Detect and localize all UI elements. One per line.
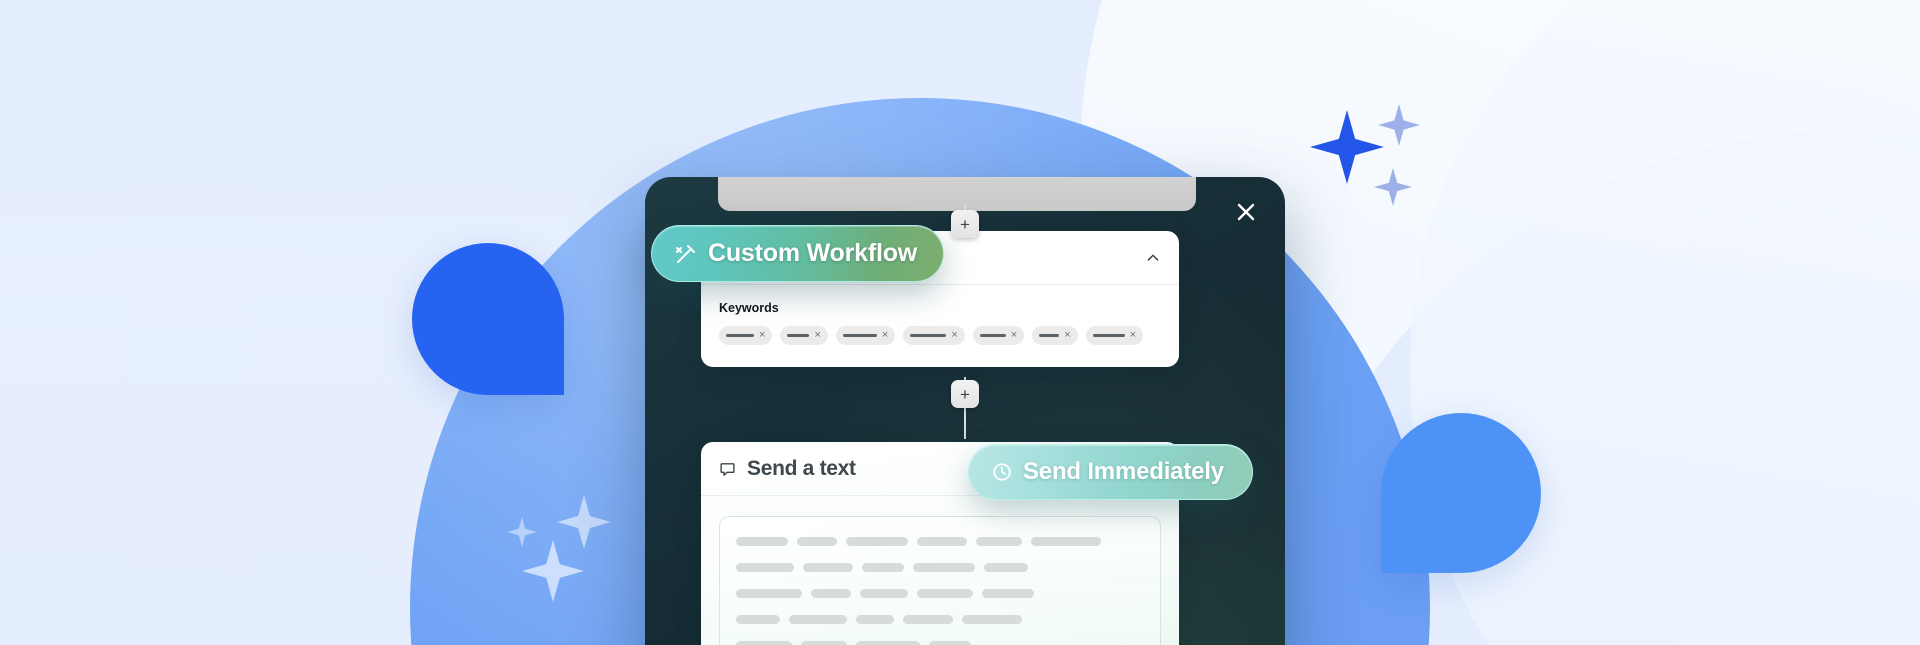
placeholder-bar — [736, 641, 792, 645]
placeholder-bar — [811, 589, 851, 598]
remove-keyword-icon[interactable]: × — [951, 330, 957, 341]
placeholder-bar — [736, 589, 802, 598]
remove-keyword-icon[interactable]: × — [882, 330, 888, 341]
decorative-teardrop-right — [1381, 413, 1541, 573]
clock-icon — [991, 461, 1013, 483]
keyword-chip-placeholder — [1039, 334, 1060, 337]
remove-keyword-icon[interactable]: × — [759, 330, 765, 341]
keyword-chip-placeholder — [1092, 334, 1125, 337]
placeholder-bar — [803, 563, 853, 572]
message-body-placeholder[interactable] — [719, 516, 1161, 645]
placeholder-bar — [917, 589, 973, 598]
keyword-chip-list: × × × × × × × — [719, 326, 1161, 345]
remove-keyword-icon[interactable]: × — [1064, 330, 1070, 341]
send-a-text-title: Send a text — [747, 457, 856, 480]
close-icon[interactable] — [1229, 195, 1263, 229]
placeholder-bar — [917, 537, 967, 546]
clipped-gray-card — [718, 177, 1196, 211]
hero-illustration-stage: + Trigger — [0, 0, 1920, 645]
chat-bubble-icon — [719, 461, 736, 478]
remove-keyword-icon[interactable]: × — [1011, 330, 1017, 341]
placeholder-bar — [801, 641, 847, 645]
placeholder-row — [736, 589, 1144, 598]
placeholder-bar — [856, 615, 894, 624]
keyword-chip[interactable]: × — [972, 326, 1025, 345]
placeholder-bar — [1031, 537, 1101, 546]
placeholder-row — [736, 615, 1144, 624]
keyword-chip[interactable]: × — [719, 326, 773, 345]
placeholder-bar — [860, 589, 908, 598]
placeholder-bar — [903, 615, 953, 624]
pill-send-immediately[interactable]: Send Immediately — [968, 444, 1253, 500]
keyword-chip[interactable]: × — [1085, 326, 1144, 345]
keyword-chip[interactable]: × — [835, 326, 896, 345]
placeholder-bar — [962, 615, 1022, 624]
keywords-label: Keywords — [719, 301, 779, 315]
pill-send-immediately-label: Send Immediately — [1023, 458, 1224, 485]
placeholder-row — [736, 563, 1144, 572]
keyword-chip[interactable]: × — [903, 326, 965, 345]
placeholder-bar — [982, 589, 1034, 598]
pill-custom-workflow-label: Custom Workflow — [708, 239, 918, 267]
remove-keyword-icon[interactable]: × — [814, 330, 820, 341]
placeholder-bar — [984, 563, 1028, 572]
placeholder-bar — [736, 615, 780, 624]
keyword-chip-placeholder — [787, 334, 810, 337]
pill-custom-workflow[interactable]: Custom Workflow — [651, 225, 945, 282]
placeholder-bar — [789, 615, 847, 624]
placeholder-row — [736, 537, 1144, 546]
keyword-chip-placeholder — [979, 334, 1006, 337]
placeholder-bar — [736, 563, 794, 572]
magic-wand-icon — [674, 242, 698, 266]
placeholder-bar — [797, 537, 837, 546]
placeholder-bar — [736, 537, 788, 546]
add-step-button-lower[interactable]: + — [951, 380, 979, 408]
keyword-chip[interactable]: × — [780, 326, 828, 345]
placeholder-bar — [846, 537, 908, 546]
trigger-card-body: Keywords × × × × × × × — [701, 285, 1179, 367]
keyword-chip-placeholder — [910, 334, 947, 337]
keyword-chip-placeholder — [726, 334, 754, 337]
placeholder-bar — [862, 563, 904, 572]
placeholder-bar — [913, 563, 975, 572]
add-step-button-upper[interactable]: + — [951, 210, 979, 238]
decorative-teardrop-left — [412, 243, 564, 395]
remove-keyword-icon[interactable]: × — [1130, 330, 1136, 341]
placeholder-bar — [856, 641, 920, 645]
placeholder-bar — [929, 641, 971, 645]
placeholder-bar — [976, 537, 1022, 546]
chevron-up-icon[interactable] — [1145, 250, 1161, 266]
placeholder-row — [736, 641, 1144, 645]
keyword-chip[interactable]: × — [1032, 326, 1078, 345]
keyword-chip-placeholder — [842, 334, 877, 337]
